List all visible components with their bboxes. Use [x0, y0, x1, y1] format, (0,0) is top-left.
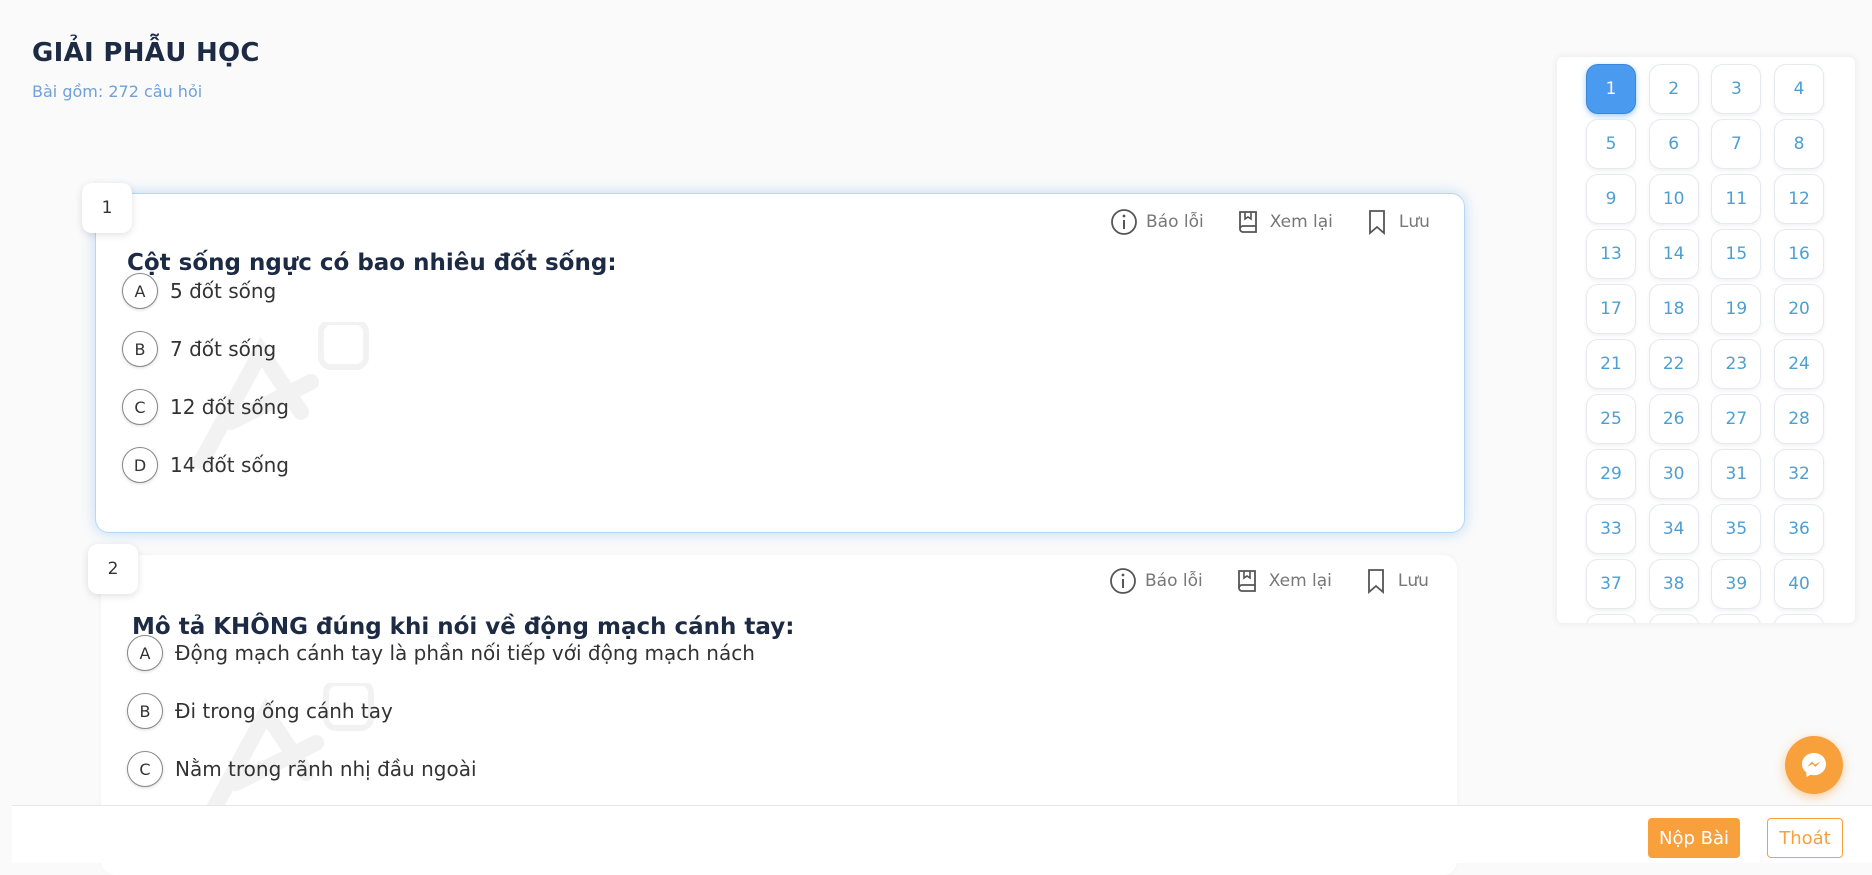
question-nav-button-40[interactable]: 40: [1774, 559, 1825, 609]
question-nav-button-26[interactable]: 26: [1648, 394, 1699, 444]
answer-text: Đi trong ống cánh tay: [175, 699, 393, 723]
answer-text: 7 đốt sống: [170, 337, 277, 361]
answer-letter: B: [122, 331, 158, 367]
question-nav-button-10[interactable]: 10: [1648, 174, 1699, 224]
question-nav-button-16[interactable]: 16: [1774, 229, 1825, 279]
question-nav-button-9[interactable]: 9: [1586, 174, 1636, 224]
question-nav-button-3[interactable]: 3: [1711, 64, 1762, 114]
question-nav-button-37[interactable]: 37: [1586, 559, 1636, 609]
book-icon: [1238, 211, 1257, 233]
messenger-chat-button[interactable]: [1785, 736, 1843, 794]
question-navigator: 1 2 3 4 5 6 7 8 9 10 11 12 13 14 15 16 17 18 19 20 21 22 23 24 2…: [1557, 57, 1855, 623]
report-error-button[interactable]: Báo lỗi: [1110, 208, 1204, 236]
question-nav-button-38[interactable]: 38: [1648, 559, 1699, 609]
question-nav-button-5[interactable]: 5: [1586, 119, 1636, 169]
question-nav-button-35[interactable]: 35: [1711, 504, 1762, 554]
answer-list: A Động mạch cánh tay là phần nối tiếp vớ…: [127, 624, 755, 798]
question-nav-button-31[interactable]: 31: [1711, 449, 1762, 499]
question-nav-button-27[interactable]: 27: [1711, 394, 1762, 444]
answer-text: Động mạch cánh tay là phần nối tiếp với …: [175, 641, 755, 665]
question-nav-button-6[interactable]: 6: [1648, 119, 1699, 169]
info-icon: [1111, 209, 1137, 235]
question-nav-button-19[interactable]: 19: [1711, 284, 1762, 334]
question-nav-button-13[interactable]: 13: [1586, 229, 1636, 279]
question-count: 272: [108, 82, 139, 101]
answer-letter: D: [122, 447, 158, 483]
question-number-badge: 2: [88, 544, 138, 594]
question-actions: Báo lỗi Xem lại Lưu: [1110, 208, 1430, 236]
review-button[interactable]: Xem lại: [1234, 208, 1333, 236]
exit-button[interactable]: Thoát: [1767, 818, 1843, 858]
answer-list: A 5 đốt sống B 7 đốt sống C 12 đốt sống …: [122, 262, 289, 494]
question-number-badge: 1: [82, 183, 132, 233]
question-nav-button-14[interactable]: 14: [1648, 229, 1699, 279]
answer-letter: C: [127, 751, 163, 787]
answer-option-b[interactable]: B 7 đốt sống: [122, 320, 289, 378]
answer-letter: B: [127, 693, 163, 729]
info-icon: [1110, 568, 1136, 594]
question-count-text: Bài gồm: 272 câu hỏi: [32, 82, 203, 101]
answer-option-a[interactable]: A Động mạch cánh tay là phần nối tiếp vớ…: [127, 624, 755, 682]
book-icon: [1237, 570, 1256, 592]
answer-text: 5 đốt sống: [170, 279, 277, 303]
question-nav-button-30[interactable]: 30: [1648, 449, 1699, 499]
question-nav-button-33[interactable]: 33: [1586, 504, 1636, 554]
answer-option-a[interactable]: A 5 đốt sống: [122, 262, 289, 320]
answer-text: 14 đốt sống: [170, 453, 289, 477]
page-header: GIẢI PHẪU HỌC Bài gồm: 272 câu hỏi: [32, 38, 260, 101]
bookmark-icon: [1369, 210, 1385, 235]
question-nav-button-18[interactable]: 18: [1648, 284, 1699, 334]
question-nav-button-25[interactable]: 25: [1586, 394, 1636, 444]
footer-bar: Nộp Bài Thoát: [12, 805, 1872, 863]
question-nav-button-39[interactable]: 39: [1711, 559, 1762, 609]
answer-letter: A: [122, 273, 158, 309]
answer-option-c[interactable]: C 12 đốt sống: [122, 378, 289, 436]
question-nav-button-7[interactable]: 7: [1711, 119, 1762, 169]
submit-button[interactable]: Nộp Bài: [1648, 818, 1740, 858]
report-error-button[interactable]: Báo lỗi: [1109, 567, 1203, 595]
question-nav-button-43[interactable]: 43: [1711, 614, 1762, 623]
question-nav-button-2[interactable]: 2: [1648, 64, 1699, 114]
question-nav-button-34[interactable]: 34: [1648, 504, 1699, 554]
save-button[interactable]: Lưu: [1362, 567, 1429, 595]
question-nav-button-11[interactable]: 11: [1711, 174, 1762, 224]
save-button[interactable]: Lưu: [1363, 208, 1430, 236]
question-nav-button-24[interactable]: 24: [1774, 339, 1825, 389]
question-nav-button-17[interactable]: 17: [1586, 284, 1636, 334]
question-nav-button-29[interactable]: 29: [1586, 449, 1636, 499]
messenger-icon: [1802, 753, 1826, 777]
answer-text: Nằm trong rãnh nhị đầu ngoài: [175, 757, 477, 781]
review-button[interactable]: Xem lại: [1233, 567, 1332, 595]
question-nav-button-36[interactable]: 36: [1774, 504, 1825, 554]
question-nav-button-42[interactable]: 42: [1648, 614, 1699, 623]
answer-text: 12 đốt sống: [170, 395, 289, 419]
page-title: GIẢI PHẪU HỌC: [32, 38, 260, 68]
question-nav-button-1[interactable]: 1: [1586, 64, 1636, 114]
question-nav-button-4[interactable]: 4: [1774, 64, 1825, 114]
question-nav-button-23[interactable]: 23: [1711, 339, 1762, 389]
answer-option-b[interactable]: B Đi trong ống cánh tay: [127, 682, 755, 740]
answer-letter: A: [127, 635, 163, 671]
question-nav-button-41[interactable]: 41: [1586, 614, 1636, 623]
question-nav-button-15[interactable]: 15: [1711, 229, 1762, 279]
question-card-1: Báo lỗi Xem lại Lưu Cột sống ngực có bao…: [95, 193, 1465, 533]
question-nav-button-44[interactable]: 44: [1774, 614, 1825, 623]
answer-option-d[interactable]: D 14 đốt sống: [122, 436, 289, 494]
question-nav-button-12[interactable]: 12: [1774, 174, 1825, 224]
question-nav-button-28[interactable]: 28: [1774, 394, 1825, 444]
answer-option-c[interactable]: C Nằm trong rãnh nhị đầu ngoài: [127, 740, 755, 798]
answer-letter: C: [122, 389, 158, 425]
question-nav-button-32[interactable]: 32: [1774, 449, 1825, 499]
question-nav-button-21[interactable]: 21: [1586, 339, 1636, 389]
bookmark-icon: [1368, 569, 1384, 594]
question-nav-button-8[interactable]: 8: [1774, 119, 1825, 169]
question-actions: Báo lỗi Xem lại Lưu: [1109, 567, 1429, 595]
question-number-grid: 1 2 3 4 5 6 7 8 9 10 11 12 13 14 15 16 17 18 19 20 21 22 23 24 2…: [1586, 64, 1825, 623]
question-nav-button-20[interactable]: 20: [1774, 284, 1825, 334]
question-nav-button-22[interactable]: 22: [1648, 339, 1699, 389]
